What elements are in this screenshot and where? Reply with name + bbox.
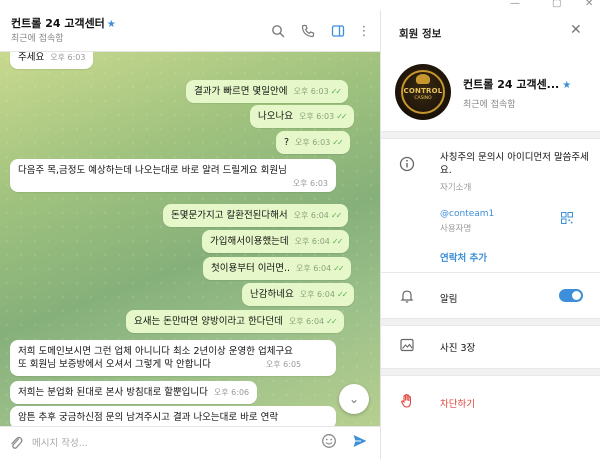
message-outgoing: 요새는 돈만따면 양방이라고 한다던데 오후 6:04 ✓✓ (126, 310, 344, 333)
emoji-icon[interactable] (321, 433, 337, 453)
section-divider (381, 272, 600, 276)
add-contact-button[interactable]: 연락처 추가 (440, 250, 487, 264)
hand-stop-icon (399, 393, 415, 413)
info-icon (399, 156, 415, 176)
section-divider (381, 318, 600, 326)
composer (0, 426, 380, 459)
photo-icon (399, 337, 415, 357)
message-outgoing: 나오나요 오후 6:03 ✓✓ (250, 105, 354, 128)
message-list[interactable]: 주세요 오후 6:03 결과가 빠르면 몇일안에 오후 6:03 ✓✓ 나오나요 오후 … (0, 52, 380, 426)
message-incoming: 저희 도메인보시면 그런 업체 아니니다 최소 2년이상 운영한 업체구요 또 … (10, 340, 336, 376)
more-vertical-icon[interactable]: ⋮ (356, 24, 372, 40)
message-outgoing: ? 오후 6:03 ✓✓ (276, 131, 350, 154)
message-outgoing: 돈몇문가지고 칼환전된다해서 오후 6:04 ✓✓ (163, 204, 349, 227)
photos-item[interactable]: 사진 3장 (440, 340, 475, 354)
minimize-icon[interactable]: — (510, 0, 520, 9)
window-controls: — ▢ ✕ (380, 0, 600, 10)
bell-icon (399, 288, 415, 308)
info-panel: 회원 정보 ✕ CONTROL CASINO 컨트롤 24 고객센... ★ 최근… (380, 0, 600, 459)
chat-title: 컨트롤 24 고객센터 ★ (11, 17, 116, 30)
verified-star-icon: ★ (106, 19, 116, 30)
section-divider (381, 368, 600, 376)
block-user-button[interactable]: 차단하기 (440, 396, 475, 410)
profile-card: CONTROL CASINO 컨트롤 24 고객센... ★ 최근에 접속함 (381, 56, 600, 130)
section-divider (381, 131, 600, 139)
avatar[interactable]: CONTROL CASINO (395, 64, 451, 120)
qr-code-icon[interactable] (561, 212, 573, 227)
chat-header[interactable]: 컨트롤 24 고객센터 ★ 최근에 접속함 ⋮ (0, 0, 380, 52)
phone-icon[interactable] (300, 24, 316, 40)
bio-text: 사칭주의 문의시 아이디먼저 말씀주세요. (440, 152, 589, 176)
bio-label: 자기소개 (440, 183, 472, 193)
chat-status: 최근에 접속함 (11, 34, 64, 44)
verified-star-icon: ★ (562, 80, 572, 91)
paperclip-icon[interactable] (9, 435, 23, 455)
close-icon[interactable]: ✕ (570, 22, 582, 38)
scroll-down-button[interactable]: ⌄ (339, 384, 369, 414)
maximize-icon[interactable]: ▢ (552, 0, 561, 9)
notifications-toggle[interactable] (559, 289, 583, 302)
send-icon[interactable] (352, 433, 368, 453)
sidebar-toggle-icon[interactable] (330, 24, 346, 40)
search-icon[interactable] (270, 24, 286, 40)
profile-name: 컨트롤 24 고객센... ★ (463, 78, 572, 91)
message-outgoing: 가입해서이용했는데 오후 6:04 ✓✓ (202, 230, 350, 253)
chat-pane: 컨트롤 24 고객센터 ★ 최근에 접속함 ⋮ 주세요 오후 6:03 결과가 빠르… (0, 0, 380, 459)
info-panel-title: 회원 정보 (399, 28, 442, 40)
close-window-icon[interactable]: ✕ (585, 0, 593, 9)
notifications-label: 알림 (440, 294, 458, 305)
message-incoming: 저희는 분업화 된대로 본사 방침대로 할뿐입니다 오후 6:06 (10, 381, 258, 404)
message-input[interactable] (32, 435, 312, 451)
username-link[interactable]: @conteam1 (440, 209, 494, 219)
message-incoming: 주세요 오후 6:03 (10, 52, 94, 69)
chevron-down-icon: ⌄ (348, 392, 360, 406)
message-incoming: 다음주 목,금정도 예상하는데 나오는대로 바로 알려 드릴게요 회원님 오후 … (10, 159, 336, 192)
message-outgoing: 난감하네요 오후 6:04 ✓✓ (242, 283, 355, 306)
message-incoming: 암튼 추후 궁금하신점 문의 남겨주시고 결과 나오는대로 바로 연락 (10, 406, 336, 426)
username-label: 사용자명 (440, 224, 472, 234)
message-outgoing: 첫이용부터 이러면.. 오후 6:04 ✓✓ (203, 257, 351, 280)
message-outgoing: 결과가 빠르면 몇일안에 오후 6:03 ✓✓ (186, 80, 349, 103)
profile-status: 최근에 접속함 (463, 100, 516, 110)
